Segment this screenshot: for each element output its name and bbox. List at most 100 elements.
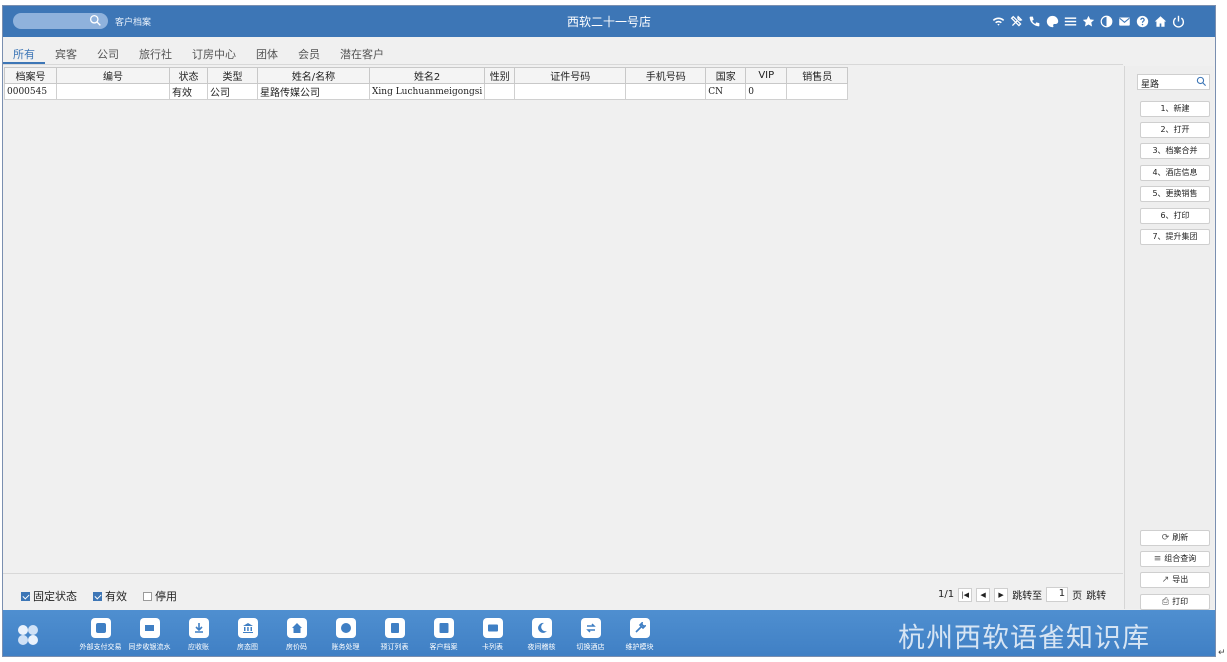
dock-receivable[interactable]: 应收账 [174, 618, 223, 652]
maintenance-icon [629, 618, 650, 638]
customer-table: 档案号 编号 状态 类型 姓名/名称 姓名2 性别 证件号码 手机号码 国家 V… [4, 67, 849, 100]
contrast-icon[interactable] [1100, 13, 1113, 29]
print-icon: ⎙ [1161, 597, 1170, 607]
tools-icon[interactable] [1010, 13, 1023, 29]
menu-icon[interactable] [1064, 13, 1077, 29]
cell-file-no[interactable]: 0000545 [4, 83, 57, 100]
cell-status[interactable]: 有效 [169, 83, 208, 100]
checkbox-checked-icon[interactable] [21, 591, 30, 601]
cell-mobile[interactable] [625, 83, 707, 100]
tab-potential-customer[interactable]: 潜在客户 [330, 42, 394, 64]
dock-accounting[interactable]: 账务处理 [321, 618, 370, 652]
dock-room-price[interactable]: 房价码 [272, 618, 321, 652]
print-list-button[interactable]: 6、打印 [1140, 208, 1210, 224]
wifi-icon[interactable] [992, 13, 1005, 29]
print-button[interactable]: ⎙ 打印 [1140, 594, 1210, 610]
app-logo-icon[interactable] [17, 624, 39, 646]
search-icon[interactable] [1196, 76, 1207, 87]
cell-name2[interactable]: Xing Luchuanmeigongsi [368, 83, 486, 100]
table-row[interactable]: 0000545 有效 公司 星路传媒公司 Xing Luchuanmeigong… [4, 83, 849, 100]
phone-icon[interactable] [1028, 13, 1041, 29]
cell-name[interactable]: 星路传媒公司 [257, 83, 370, 100]
dock-sync-cashier[interactable]: 同步收银流水 [125, 618, 174, 652]
tab-guest[interactable]: 宾客 [45, 42, 87, 64]
disabled-checkbox[interactable]: 停用 [143, 588, 177, 604]
global-search-input[interactable] [13, 13, 108, 29]
column-header[interactable]: 状态 [169, 67, 208, 84]
card-list-icon [482, 618, 503, 638]
tab-company[interactable]: 公司 [87, 42, 129, 64]
breadcrumb[interactable]: 客户档案 [115, 15, 151, 28]
tab-all[interactable]: 所有 [3, 42, 45, 64]
dock-maintenance[interactable]: 维护模块 [615, 618, 664, 652]
promote-group-button[interactable]: 7、提升集团 [1140, 229, 1210, 245]
prev-page-icon[interactable]: ◀ [976, 587, 991, 602]
column-header[interactable]: 性别 [484, 67, 516, 84]
tab-member[interactable]: 会员 [288, 42, 330, 64]
change-sales-button[interactable]: 5、更换销售 [1140, 186, 1210, 202]
column-header[interactable]: 手机号码 [625, 67, 707, 84]
column-header[interactable]: 姓名2 [368, 67, 486, 84]
column-header[interactable]: VIP [745, 67, 788, 84]
side-search-input[interactable]: 星路 [1137, 74, 1210, 90]
help-icon[interactable] [1136, 13, 1149, 29]
valid-checkbox[interactable]: 有效 [93, 588, 127, 604]
side-search-value: 星路 [1141, 80, 1160, 90]
cell-vip[interactable]: 0 [745, 83, 788, 100]
jump-button[interactable]: 跳转 [1086, 587, 1106, 602]
sync-icon [139, 618, 160, 638]
cell-salesperson[interactable] [786, 83, 849, 100]
combo-query-button[interactable]: ≡ 组合查询 [1140, 551, 1210, 567]
checkbox-checked-icon[interactable] [93, 591, 102, 601]
payment-icon [90, 618, 111, 638]
next-page-icon[interactable]: ▶ [994, 587, 1009, 602]
dock-customer-file[interactable]: 客户档案 [419, 618, 468, 652]
tab-travel-agency[interactable]: 旅行社 [129, 42, 182, 64]
tab-group[interactable]: 团体 [246, 42, 288, 64]
export-button[interactable]: ↗ 导出 [1140, 572, 1210, 588]
app-window: 客户档案 西软二十一号店 所有 宾客 公司 旅行社 订房中心 团体 会员 潜在客… [2, 5, 1216, 657]
refresh-button[interactable]: ⟳ 刷新 [1140, 530, 1210, 546]
home-icon[interactable] [1154, 13, 1167, 29]
tab-bar: 所有 宾客 公司 旅行社 订房中心 团体 会员 潜在客户 [3, 42, 394, 64]
column-header[interactable]: 销售员 [786, 67, 849, 84]
receivable-icon [188, 618, 209, 638]
column-header[interactable]: 姓名/名称 [257, 67, 370, 84]
cell-code[interactable] [56, 83, 170, 100]
column-header[interactable]: 国家 [705, 67, 747, 84]
dock-room-status[interactable]: 房态图 [223, 618, 272, 652]
fixed-status-checkbox[interactable]: 固定状态 [21, 588, 77, 604]
column-header[interactable]: 编号 [56, 67, 170, 84]
dock-night-audit[interactable]: 夜间稽核 [517, 618, 566, 652]
mail-icon[interactable] [1118, 13, 1131, 29]
first-page-icon[interactable]: |◀ [958, 587, 973, 602]
search-icon [89, 14, 101, 26]
tab-booking-center[interactable]: 订房中心 [182, 42, 246, 64]
checkbox-unchecked-icon[interactable] [143, 591, 152, 601]
dock-card-list[interactable]: 卡列表 [468, 618, 517, 652]
customer-file-icon [433, 618, 454, 638]
dock-booking-list[interactable]: 预订列表 [370, 618, 419, 652]
hotel-info-button[interactable]: 4、酒店信息 [1140, 165, 1210, 181]
open-button[interactable]: 2、打开 [1140, 122, 1210, 138]
night-audit-icon [531, 618, 552, 638]
palette-icon[interactable] [1046, 13, 1059, 29]
star-icon[interactable] [1082, 13, 1095, 29]
cell-country[interactable]: CN [705, 83, 747, 100]
room-price-icon [286, 618, 307, 638]
cell-gender[interactable] [484, 83, 516, 100]
cell-type[interactable]: 公司 [207, 83, 258, 100]
page-info: 1/1 [938, 589, 955, 600]
power-icon[interactable] [1172, 13, 1185, 29]
cell-id-no[interactable] [514, 83, 627, 100]
dock-items: 外部支付交易 同步收银流水 应收账 房态图 房价码 账务处理 预订列表 客户档案… [76, 618, 664, 652]
new-button[interactable]: 1、新建 [1140, 101, 1210, 117]
page-number-input[interactable]: 1 [1046, 587, 1069, 602]
merge-file-button[interactable]: 3、档案合并 [1140, 143, 1210, 159]
column-header[interactable]: 类型 [207, 67, 258, 84]
column-header[interactable]: 证件号码 [514, 67, 627, 84]
column-header[interactable]: 档案号 [4, 67, 57, 84]
dock-switch-hotel[interactable]: 切换酒店 [566, 618, 615, 652]
top-bar: 客户档案 西软二十一号店 [3, 6, 1215, 37]
dock-external-payment[interactable]: 外部支付交易 [76, 618, 125, 652]
